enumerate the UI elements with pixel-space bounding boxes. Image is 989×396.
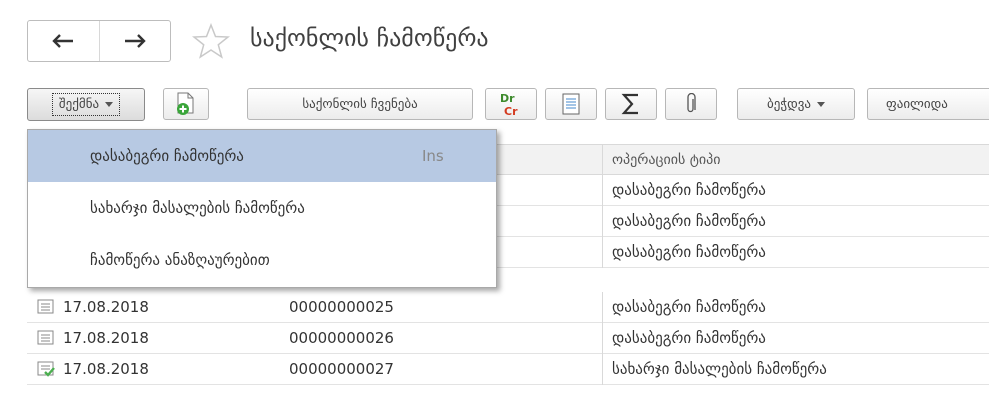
menu-item-taxable-write-off[interactable]: დასაბეგრი ჩამოწერა Ins [28, 130, 496, 182]
operation-type-cell: დასაბეგრი ჩამოწერა [612, 212, 766, 230]
print-button[interactable]: ბეჭდვა [737, 88, 855, 120]
svg-text:Dr: Dr [500, 92, 515, 105]
report-button[interactable] [545, 88, 597, 120]
number-cell: 00000000025 [289, 298, 394, 316]
arrow-left-icon [52, 34, 74, 48]
print-label: ბეჭდვა [767, 96, 811, 112]
column-divider [602, 323, 603, 354]
menu-item-shortcut: Ins [422, 147, 444, 165]
menu-item-write-off-with-compensation[interactable]: ჩამოწერა ანაზღაურებით [28, 234, 496, 286]
table-row[interactable]: 17.08.2018 00000000026 დასაბეგრი ჩამოწერ… [27, 323, 989, 354]
column-header-operation-type[interactable]: ოპერაციის ტიპი [612, 145, 721, 175]
column-divider [602, 354, 603, 385]
sigma-icon [621, 93, 638, 115]
back-button[interactable] [28, 21, 99, 61]
operation-type-cell: სახარჯი მასალების ჩამოწერა [612, 360, 827, 378]
date-cell: 17.08.2018 [37, 323, 149, 353]
operation-type-cell: დასაბეგრი ჩამოწერა [612, 243, 766, 261]
operation-type-cell: დასაბეგრი ჩამოწერა [612, 181, 766, 199]
menu-item-label: ჩამოწერა ანაზღაურებით [90, 251, 270, 269]
create-label: შექმნა [58, 97, 100, 112]
show-goods-button[interactable]: საქონლის ჩვენება [247, 88, 473, 120]
menu-item-label: სახარჯი მასალების ჩამოწერა [90, 199, 305, 217]
date-text: 17.08.2018 [63, 298, 149, 316]
dr-cr-button[interactable]: Dr Cr [485, 88, 537, 120]
create-dropdown-menu: დასაბეგრი ჩამოწერა Ins სახარჯი მასალების… [27, 129, 497, 288]
files-button[interactable]: ფაილიდა [867, 88, 989, 120]
table-row[interactable]: 17.08.2018 00000000027 სახარჯი მასალების… [27, 354, 989, 385]
report-icon [562, 93, 580, 115]
new-document-icon [177, 92, 194, 115]
files-label: ფაილიდა [886, 96, 948, 112]
menu-item-label: დასაბეგრი ჩამოწერა [90, 147, 244, 165]
operation-type-cell: დასაბეგრი ჩამოწერა [612, 298, 766, 316]
create-button[interactable]: შექმნა [27, 88, 145, 121]
chevron-down-icon [817, 101, 825, 107]
forward-button[interactable] [98, 21, 171, 61]
add-document-button[interactable] [163, 88, 209, 120]
column-divider [602, 206, 603, 237]
table-row[interactable]: 17.08.2018 00000000025 დასაბეგრი ჩამოწერ… [27, 292, 989, 323]
posted-document-icon [37, 361, 55, 377]
column-divider [602, 145, 603, 176]
date-text: 17.08.2018 [63, 329, 149, 347]
page-title: საქონლის ჩამოწერა [250, 24, 489, 52]
sum-button[interactable] [605, 88, 657, 120]
column-divider [602, 237, 603, 268]
date-text: 17.08.2018 [63, 360, 149, 378]
number-cell: 00000000026 [289, 329, 394, 347]
favorite-star-icon[interactable] [192, 23, 230, 59]
date-cell: 17.08.2018 [37, 292, 149, 322]
attach-button[interactable] [665, 88, 717, 120]
debit-credit-icon: Dr Cr [500, 92, 518, 118]
history-nav [27, 20, 171, 62]
document-icon [37, 330, 54, 345]
paperclip-icon [687, 93, 696, 113]
document-icon [37, 299, 54, 314]
svg-text:Cr: Cr [504, 105, 518, 118]
number-cell: 00000000027 [289, 360, 394, 378]
menu-item-consumables-write-off[interactable]: სახარჯი მასალების ჩამოწერა [28, 182, 496, 234]
operation-type-cell: დასაბეგრი ჩამოწერა [612, 329, 766, 347]
date-cell: 17.08.2018 [37, 354, 149, 384]
arrow-right-icon [124, 34, 146, 48]
column-divider [602, 292, 603, 323]
column-divider [602, 175, 603, 206]
chevron-down-icon [105, 102, 114, 107]
